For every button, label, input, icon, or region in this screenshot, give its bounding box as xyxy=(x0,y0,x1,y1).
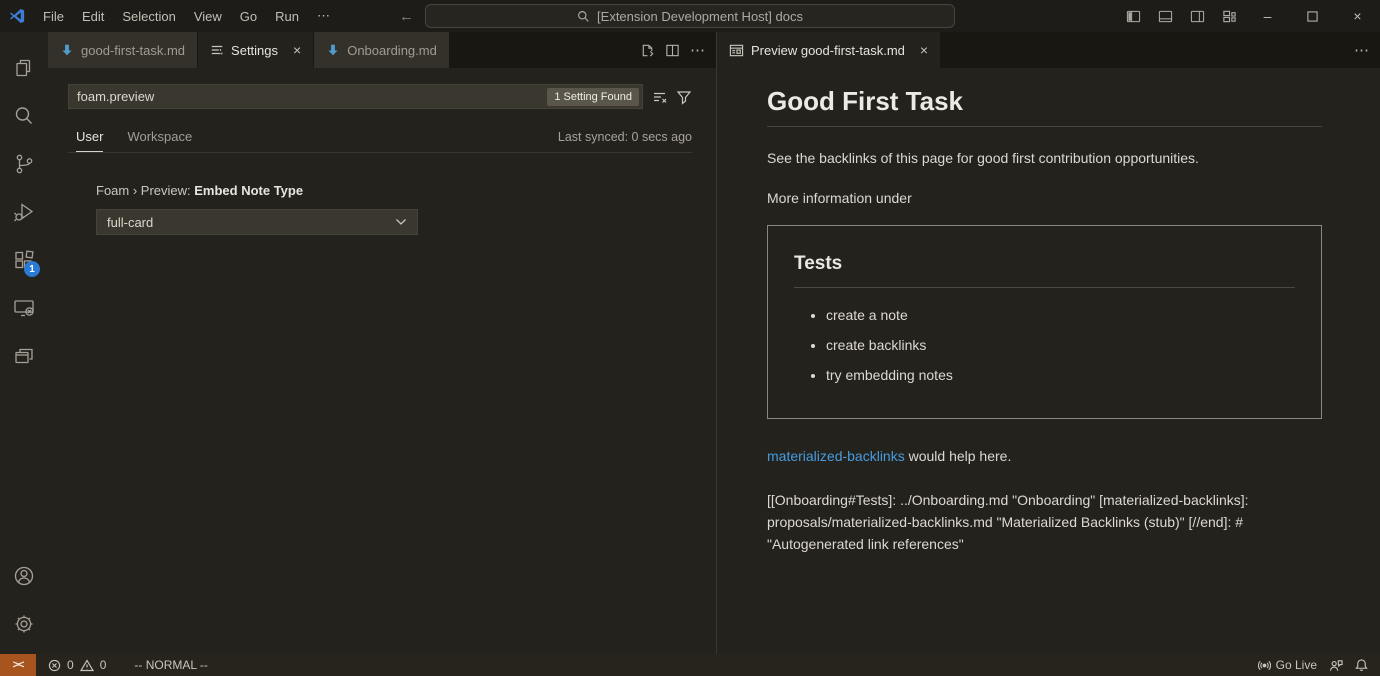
go-live-button[interactable]: Go Live xyxy=(1258,658,1317,672)
editor-group-left: good-first-task.md Settings × Onboarding… xyxy=(48,32,716,654)
warning-count: 0 xyxy=(100,658,107,672)
accounts-icon[interactable] xyxy=(0,552,48,600)
scope-tab-workspace[interactable]: Workspace xyxy=(127,121,192,152)
setting-embed-note-type: Foam › Preview: Embed Note Type full-car… xyxy=(96,183,692,235)
embedded-note-card: Tests create a note create backlinks try… xyxy=(767,225,1322,419)
markdown-preview: Good First Task See the backlinks of thi… xyxy=(717,68,1380,654)
explorer-icon[interactable] xyxy=(0,44,48,92)
extensions-badge: 1 xyxy=(24,261,40,277)
list-item: try embedding notes xyxy=(826,364,1295,386)
preview-paragraph: More information under xyxy=(767,187,1322,209)
problems-status[interactable]: 0 0 xyxy=(42,658,112,672)
feedback-icon[interactable] xyxy=(1329,659,1343,672)
extensions-icon[interactable]: 1 xyxy=(0,236,48,284)
toggle-panel-icon[interactable] xyxy=(1149,0,1181,32)
split-editor-icon[interactable] xyxy=(665,43,680,58)
tab-label: Settings xyxy=(231,43,278,58)
vim-mode-indicator[interactable]: -- NORMAL -- xyxy=(128,658,214,672)
clear-settings-search-icon[interactable] xyxy=(652,89,668,105)
setting-name: Embed Note Type xyxy=(194,183,303,198)
note-card-heading: Tests xyxy=(794,252,1295,288)
search-view-icon[interactable] xyxy=(0,92,48,140)
settings-search-input[interactable] xyxy=(69,89,547,104)
customize-layout-icon[interactable] xyxy=(1213,0,1245,32)
open-preview-icon xyxy=(729,43,744,58)
list-item: create a note xyxy=(826,304,1295,326)
menu-more[interactable]: ⋯ xyxy=(308,8,339,24)
activity-bar: 1 xyxy=(0,32,48,654)
menu-file[interactable]: File xyxy=(34,9,73,24)
preview-paragraph: See the backlinks of this page for good … xyxy=(767,147,1322,169)
notifications-bell-icon[interactable] xyxy=(1355,658,1368,672)
markdown-file-icon xyxy=(326,43,340,57)
tab-good-first-task[interactable]: good-first-task.md xyxy=(48,32,198,68)
tab-label: good-first-task.md xyxy=(81,43,185,58)
error-count: 0 xyxy=(67,658,74,672)
preview-heading: Good First Task xyxy=(767,84,1322,127)
command-center-search[interactable]: [Extension Development Host] docs xyxy=(425,4,955,28)
settings-search-box[interactable]: 1 Setting Found xyxy=(68,84,643,109)
markdown-file-icon xyxy=(60,43,74,57)
window-minimize-button[interactable]: – xyxy=(1245,0,1290,32)
tab-preview-good-first-task[interactable]: Preview good-first-task.md × xyxy=(717,32,941,68)
windows-stack-icon[interactable] xyxy=(0,332,48,380)
remote-indicator[interactable]: >< xyxy=(0,654,36,676)
settings-found-badge: 1 Setting Found xyxy=(547,88,639,106)
window-maximize-button[interactable] xyxy=(1290,0,1335,32)
dropdown-value: full-card xyxy=(107,215,153,230)
tab-settings[interactable]: Settings × xyxy=(198,32,314,68)
right-tabstrip: Preview good-first-task.md × ⋯ xyxy=(717,32,1380,68)
more-actions-icon[interactable]: ⋯ xyxy=(1354,41,1370,59)
search-icon xyxy=(577,10,590,23)
tab-label: Onboarding.md xyxy=(347,43,437,58)
tab-close-icon[interactable]: × xyxy=(920,43,928,57)
toggle-primary-sidebar-icon[interactable] xyxy=(1117,0,1149,32)
menu-edit[interactable]: Edit xyxy=(73,9,113,24)
menu-run[interactable]: Run xyxy=(266,9,308,24)
settings-gear-icon[interactable] xyxy=(0,600,48,648)
toggle-secondary-sidebar-icon[interactable] xyxy=(1181,0,1213,32)
settings-editor: 1 Setting Found User Workspace Last xyxy=(48,68,716,654)
scope-tab-user[interactable]: User xyxy=(76,121,103,152)
source-control-icon[interactable] xyxy=(0,140,48,188)
materialized-backlinks-link[interactable]: materialized-backlinks xyxy=(767,448,905,464)
remote-explorer-icon[interactable] xyxy=(0,284,48,332)
preview-paragraph: materialized-backlinks would help here. xyxy=(767,445,1322,467)
last-synced-label: Last synced: 0 secs ago xyxy=(558,130,692,144)
menu-view[interactable]: View xyxy=(185,9,231,24)
tab-onboarding[interactable]: Onboarding.md xyxy=(314,32,450,68)
embed-note-type-dropdown[interactable]: full-card xyxy=(96,209,418,235)
tab-label: Preview good-first-task.md xyxy=(751,43,905,58)
chevron-down-icon xyxy=(395,218,407,226)
editor-group-right: Preview good-first-task.md × ⋯ Good Firs… xyxy=(716,32,1380,654)
vscode-logo-icon xyxy=(0,7,34,25)
go-live-label: Go Live xyxy=(1276,658,1317,672)
command-center-label: [Extension Development Host] docs xyxy=(597,9,803,24)
list-item: create backlinks xyxy=(826,334,1295,356)
link-references-text: [[Onboarding#Tests]: ../Onboarding.md "O… xyxy=(767,489,1322,555)
titlebar: File Edit Selection View Go Run ⋯ ← → [E… xyxy=(0,0,1380,32)
broadcast-icon xyxy=(1258,659,1271,672)
warning-icon xyxy=(80,659,94,672)
note-card-list: create a note create backlinks try embed… xyxy=(794,304,1295,386)
link-suffix-text: would help here. xyxy=(905,448,1012,464)
window-close-button[interactable]: × xyxy=(1335,0,1380,32)
tab-close-icon[interactable]: × xyxy=(293,43,301,57)
settings-scope-tabs: User Workspace Last synced: 0 secs ago xyxy=(68,121,692,153)
filter-settings-icon[interactable] xyxy=(676,89,692,105)
error-icon xyxy=(48,659,61,672)
menu-go[interactable]: Go xyxy=(231,9,266,24)
status-bar: >< 0 0 -- NORMAL -- Go Live xyxy=(0,654,1380,676)
left-tabstrip: good-first-task.md Settings × Onboarding… xyxy=(48,32,716,68)
more-actions-icon[interactable]: ⋯ xyxy=(690,41,706,59)
run-debug-icon[interactable] xyxy=(0,188,48,236)
nav-back-icon[interactable]: ← xyxy=(399,8,414,25)
open-settings-json-icon[interactable] xyxy=(640,43,655,58)
setting-category: Foam › Preview: xyxy=(96,183,194,198)
settings-editor-icon xyxy=(210,43,224,57)
menu-selection[interactable]: Selection xyxy=(113,9,184,24)
